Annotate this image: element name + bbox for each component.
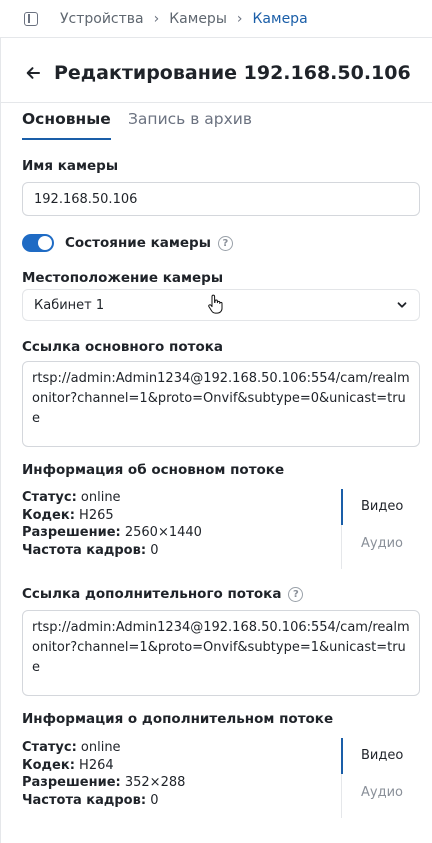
sub-info-fps: Частота кадров: 0 — [22, 792, 185, 810]
vtab-active-indicator — [341, 489, 343, 525]
camera-name-input[interactable]: 192.168.50.106 — [22, 182, 420, 216]
help-icon[interactable]: ? — [288, 586, 304, 602]
main-info-resolution: Разрешение: 2560×1440 — [22, 524, 202, 542]
back-arrow-icon[interactable] — [24, 64, 42, 82]
chevron-right-icon: › — [236, 10, 243, 27]
camera-name-value: 192.168.50.106 — [34, 191, 138, 207]
camera-state-toggle[interactable] — [22, 234, 54, 252]
main-stream-label: Ссылка основного потока — [22, 339, 224, 355]
status-value: online — [80, 740, 121, 755]
tab-archive-recording[interactable]: Запись в архив — [128, 110, 252, 138]
chevron-down-icon — [397, 302, 407, 308]
main-info-media-tabs: Видео Аудио — [341, 489, 432, 569]
help-icon[interactable]: ? — [217, 235, 233, 251]
sub-info-status: Статус: online — [22, 739, 185, 757]
chevron-right-icon: › — [153, 10, 160, 27]
breadcrumb-item-devices[interactable]: Устройства — [60, 11, 144, 27]
sub-info-label: Информация о дополнительном потоке — [22, 711, 334, 727]
fps-key: Частота кадров: — [22, 792, 147, 808]
codec-value: H264 — [79, 757, 114, 773]
sidebar-toggle-icon[interactable] — [24, 11, 38, 26]
tab-audio[interactable]: Аудио — [361, 536, 403, 551]
page-header: Редактирование 192.168.50.106 — [24, 58, 411, 88]
tab-main[interactable]: Основные — [22, 110, 111, 140]
breadcrumb-item-camera: Камера — [252, 10, 308, 27]
page-title: Редактирование 192.168.50.106 — [54, 62, 411, 84]
resolution-value: 352×288 — [124, 775, 186, 790]
status-key: Статус: — [22, 740, 77, 755]
codec-key: Кодек: — [22, 757, 75, 773]
camera-state-label: Состояние камеры — [65, 235, 211, 251]
status-key: Статус: — [22, 490, 77, 505]
sub-stream-label-text: Ссылка дополнительного потока — [22, 586, 282, 602]
main-info-status: Статус: online — [22, 489, 202, 507]
sub-info-codec: Кодек: H264 — [22, 757, 185, 775]
resolution-value: 2560×1440 — [124, 525, 202, 540]
breadcrumb-item-cameras[interactable]: Камеры — [169, 11, 227, 27]
vtab-active-indicator — [341, 738, 343, 774]
fps-value: 0 — [150, 542, 159, 558]
fps-value: 0 — [150, 792, 159, 808]
tab-audio[interactable]: Аудио — [361, 785, 403, 800]
tab-video[interactable]: Видео — [361, 499, 403, 514]
sub-info-media-tabs: Видео Аудио — [341, 738, 432, 818]
toggle-knob — [38, 236, 52, 250]
main-info-codec: Кодек: H265 — [22, 507, 202, 525]
panel-divider — [0, 38, 1, 843]
status-value: online — [80, 490, 121, 505]
sub-info-details: Статус: online Кодек: H264 Разрешение: 3… — [22, 739, 185, 809]
codec-value: H265 — [79, 507, 114, 523]
main-info-details: Статус: online Кодек: H265 Разрешение: 2… — [22, 489, 202, 559]
tabs-divider — [0, 102, 432, 103]
main-info-label: Информация об основном потоке — [22, 462, 285, 478]
breadcrumb: Устройства › Камеры › Камера — [0, 0, 432, 38]
codec-key: Кодек: — [22, 507, 75, 523]
resolution-key: Разрешение: — [22, 525, 121, 540]
camera-state-row: Состояние камеры ? — [22, 232, 233, 254]
fps-key: Частота кадров: — [22, 542, 147, 558]
resolution-key: Разрешение: — [22, 775, 121, 790]
sub-stream-textarea[interactable]: rtsp://admin:Admin1234@192.168.50.106:55… — [22, 610, 420, 696]
hand-cursor-icon — [208, 294, 223, 314]
sub-info-resolution: Разрешение: 352×288 — [22, 774, 185, 792]
main-stream-textarea[interactable]: rtsp://admin:Admin1234@192.168.50.106:55… — [22, 361, 420, 447]
camera-name-label: Имя камеры — [22, 158, 119, 174]
location-label: Местоположение камеры — [22, 270, 224, 286]
tab-video[interactable]: Видео — [361, 748, 403, 763]
sub-stream-label: Ссылка дополнительного потока ? — [22, 586, 304, 602]
main-info-fps: Частота кадров: 0 — [22, 542, 202, 560]
